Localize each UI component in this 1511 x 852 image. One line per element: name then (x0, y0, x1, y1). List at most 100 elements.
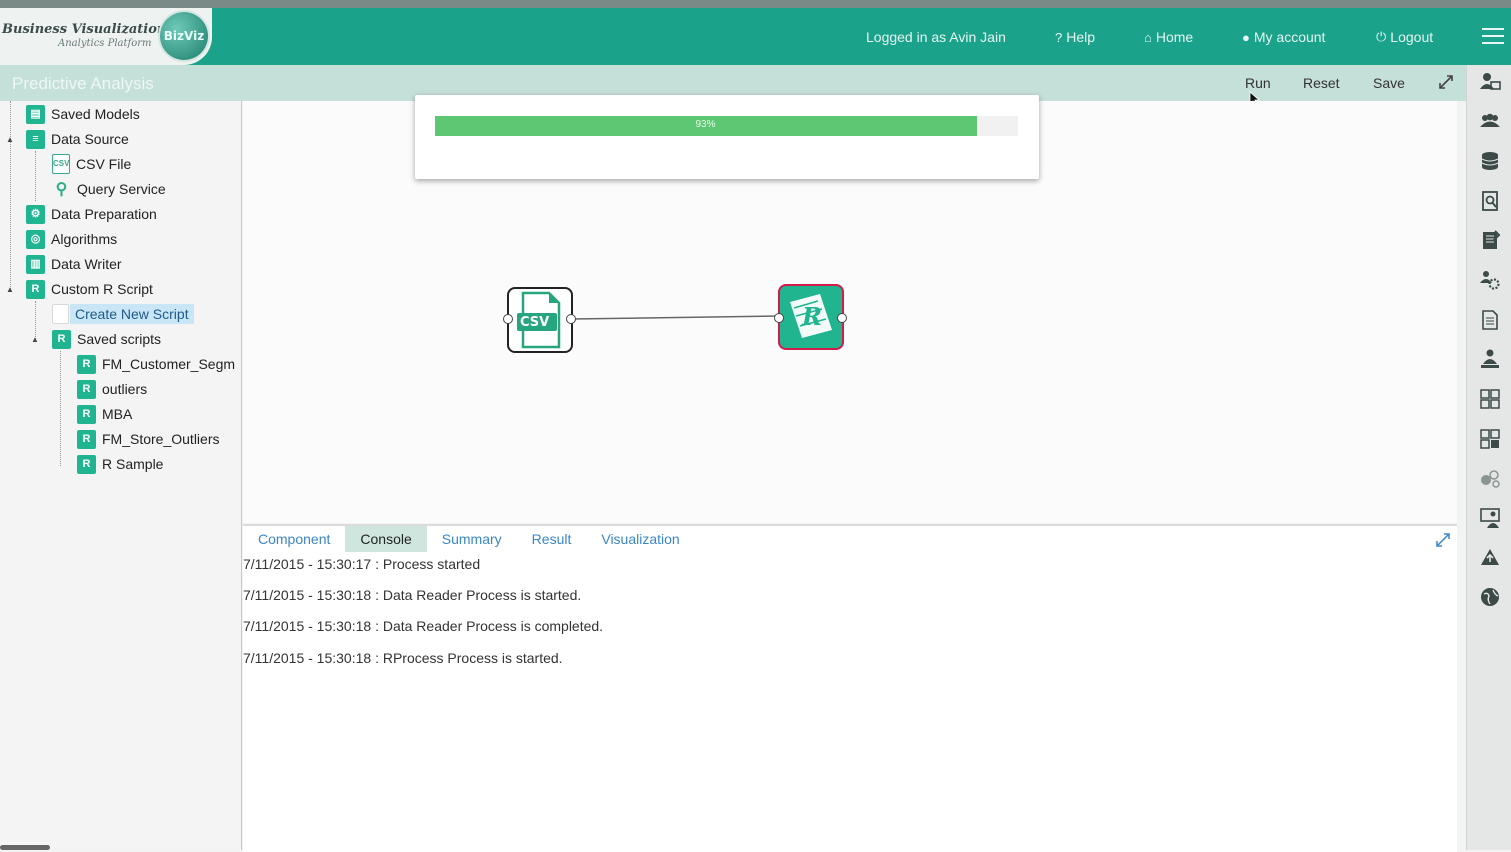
user-icon: ● (1242, 29, 1250, 45)
tab-summary[interactable]: Summary (427, 526, 517, 552)
tab-visualization[interactable]: Visualization (586, 526, 694, 552)
grid-chart-icon[interactable] (1479, 388, 1501, 410)
help-label: Help (1066, 29, 1096, 45)
tree-label: MBA (102, 406, 133, 422)
reset-button[interactable]: Reset (1303, 75, 1340, 91)
tree-item-script[interactable]: R MBA (77, 403, 132, 425)
tree-item-saved-models[interactable]: ▤ Saved Models (26, 103, 140, 125)
tree-label: Saved scripts (77, 331, 162, 347)
tree-item-data-preparation[interactable]: ⚙ Data Preparation (26, 203, 157, 225)
user-monitor-icon[interactable] (1479, 71, 1501, 93)
my-account-label: My account (1253, 29, 1326, 45)
r-script-icon: R (77, 454, 96, 474)
logo-subtitle: Analytics Platform (58, 38, 152, 49)
user-settings-icon[interactable] (1479, 269, 1501, 291)
tree-item-script[interactable]: R R Sample (77, 453, 163, 475)
r-script-icon: R (26, 279, 45, 299)
logout-label: Logout (1390, 29, 1434, 45)
cloud-upload-icon[interactable] (1479, 547, 1501, 569)
console-log-line: 7/11/2015 - 15:30:17 : Process started (243, 556, 481, 572)
tree-label: Saved Models (51, 106, 140, 122)
collapse-toggle-saved-scripts[interactable]: ▲ (31, 335, 39, 344)
person-icon[interactable] (1479, 348, 1501, 370)
app-header: Business Visualization Analytics Platfor… (0, 8, 1511, 65)
globe-icon[interactable] (1479, 586, 1501, 608)
tree-label: Algorithms (51, 231, 118, 247)
r-script-icon: R (77, 379, 96, 399)
output-port[interactable] (837, 313, 847, 323)
logged-in-label: Logged in as Avin Jain (866, 27, 1006, 47)
tree-item-script[interactable]: R outliers (77, 378, 147, 400)
progress-bar: 93% (435, 116, 1018, 136)
console-log-line: 7/11/2015 - 15:30:18 : RProcess Process … (243, 650, 563, 666)
tree-label: Data Writer (51, 256, 122, 272)
r-script-icon: R (52, 329, 71, 349)
expand-icon[interactable] (1435, 532, 1451, 548)
csv-file-node[interactable]: CSV (503, 287, 576, 353)
tab-result[interactable]: Result (517, 526, 587, 552)
tab-component[interactable]: Component (243, 526, 345, 552)
tree-label: R Sample (102, 456, 164, 472)
data-preparation-icon: ⚙ (26, 204, 45, 224)
report-search-icon[interactable] (1479, 190, 1501, 212)
input-port[interactable] (503, 314, 513, 324)
r-script-icon: R (77, 429, 96, 449)
r-script-icon: R (77, 354, 96, 374)
expand-icon[interactable] (1437, 73, 1455, 91)
progress-dialog: 93% (415, 95, 1039, 179)
home-link[interactable]: ⌂ Home (1144, 27, 1193, 47)
query-service-icon: ⚲ (55, 180, 68, 198)
dashboard-grid-icon[interactable] (1479, 428, 1501, 450)
tree-item-data-writer[interactable]: ▥ Data Writer (26, 253, 122, 275)
tree-item-create-new-script[interactable]: Create New Script (52, 303, 194, 325)
run-button[interactable]: Run (1245, 75, 1271, 91)
group-icon[interactable] (1479, 110, 1501, 132)
hamburger-menu-icon[interactable] (1482, 28, 1504, 45)
tab-console[interactable]: Console (345, 526, 427, 552)
tree-item-csv-file[interactable]: CSV CSV File (52, 153, 131, 175)
collapse-toggle-custom-r[interactable]: ▲ (6, 285, 14, 294)
presenter-icon[interactable] (1479, 507, 1501, 529)
help-icon: ? (1055, 29, 1063, 45)
logout-link[interactable]: ⏻ Logout (1376, 27, 1433, 47)
progress-label: 93% (695, 119, 716, 130)
tree-item-saved-scripts[interactable]: R Saved scripts (52, 328, 161, 350)
logo-title: Business Visualization (2, 22, 167, 37)
output-port[interactable] (566, 314, 576, 324)
tree-label: CSV File (76, 156, 132, 172)
tree-item-script[interactable]: R FM_Store_Outliers (77, 428, 219, 450)
collapse-toggle-data-source[interactable]: ▲ (6, 135, 14, 144)
input-port[interactable] (774, 313, 784, 323)
tree-label: Create New Script (70, 304, 194, 324)
tree-label: outliers (102, 381, 148, 397)
tree-item-algorithms[interactable]: ◎ Algorithms (26, 228, 117, 250)
tree-label: FM_Store_Outliers (102, 431, 220, 447)
bottom-panel: Component Console Summary Result Visuali… (243, 524, 1457, 852)
notebook-icon[interactable] (1479, 229, 1501, 251)
console-log-line: 7/11/2015 - 15:30:18 : Data Reader Proce… (243, 587, 582, 603)
csv-node-label: CSV (520, 315, 550, 330)
workflow-canvas[interactable]: 93% CSV R (243, 95, 1457, 523)
tree-label: Query Service (77, 181, 166, 197)
tree-item-data-source[interactable]: ≡ Data Source (26, 128, 129, 150)
tree-label: Data Preparation (51, 206, 157, 222)
tree-item-query-service[interactable]: ⚲ Query Service (52, 178, 166, 200)
home-label: Home (1155, 29, 1194, 45)
document-icon[interactable] (1479, 309, 1501, 331)
database-icon[interactable] (1479, 150, 1501, 172)
tree-item-custom-r-script[interactable]: R Custom R Script (26, 278, 153, 300)
r-script-icon: R (77, 404, 96, 424)
console-log-line: 7/11/2015 - 15:30:18 : Data Reader Proce… (243, 618, 604, 634)
r-script-node[interactable]: R (774, 284, 847, 350)
my-account-link[interactable]: ● My account (1242, 27, 1325, 47)
circles-icon[interactable] (1479, 467, 1501, 489)
r-node-label: R (802, 302, 822, 331)
save-button[interactable]: Save (1373, 75, 1405, 91)
scrollbar[interactable] (0, 845, 50, 850)
tree-item-script[interactable]: R FM_Customer_Segm (77, 353, 235, 375)
help-link[interactable]: ? Help (1055, 27, 1095, 47)
logged-in-text: Logged in as Avin Jain (866, 29, 1006, 45)
bottom-tabs: Component Console Summary Result Visuali… (243, 526, 695, 552)
bizviz-logo[interactable]: Business Visualization Analytics Platfor… (0, 8, 212, 65)
saved-models-icon: ▤ (26, 104, 45, 124)
